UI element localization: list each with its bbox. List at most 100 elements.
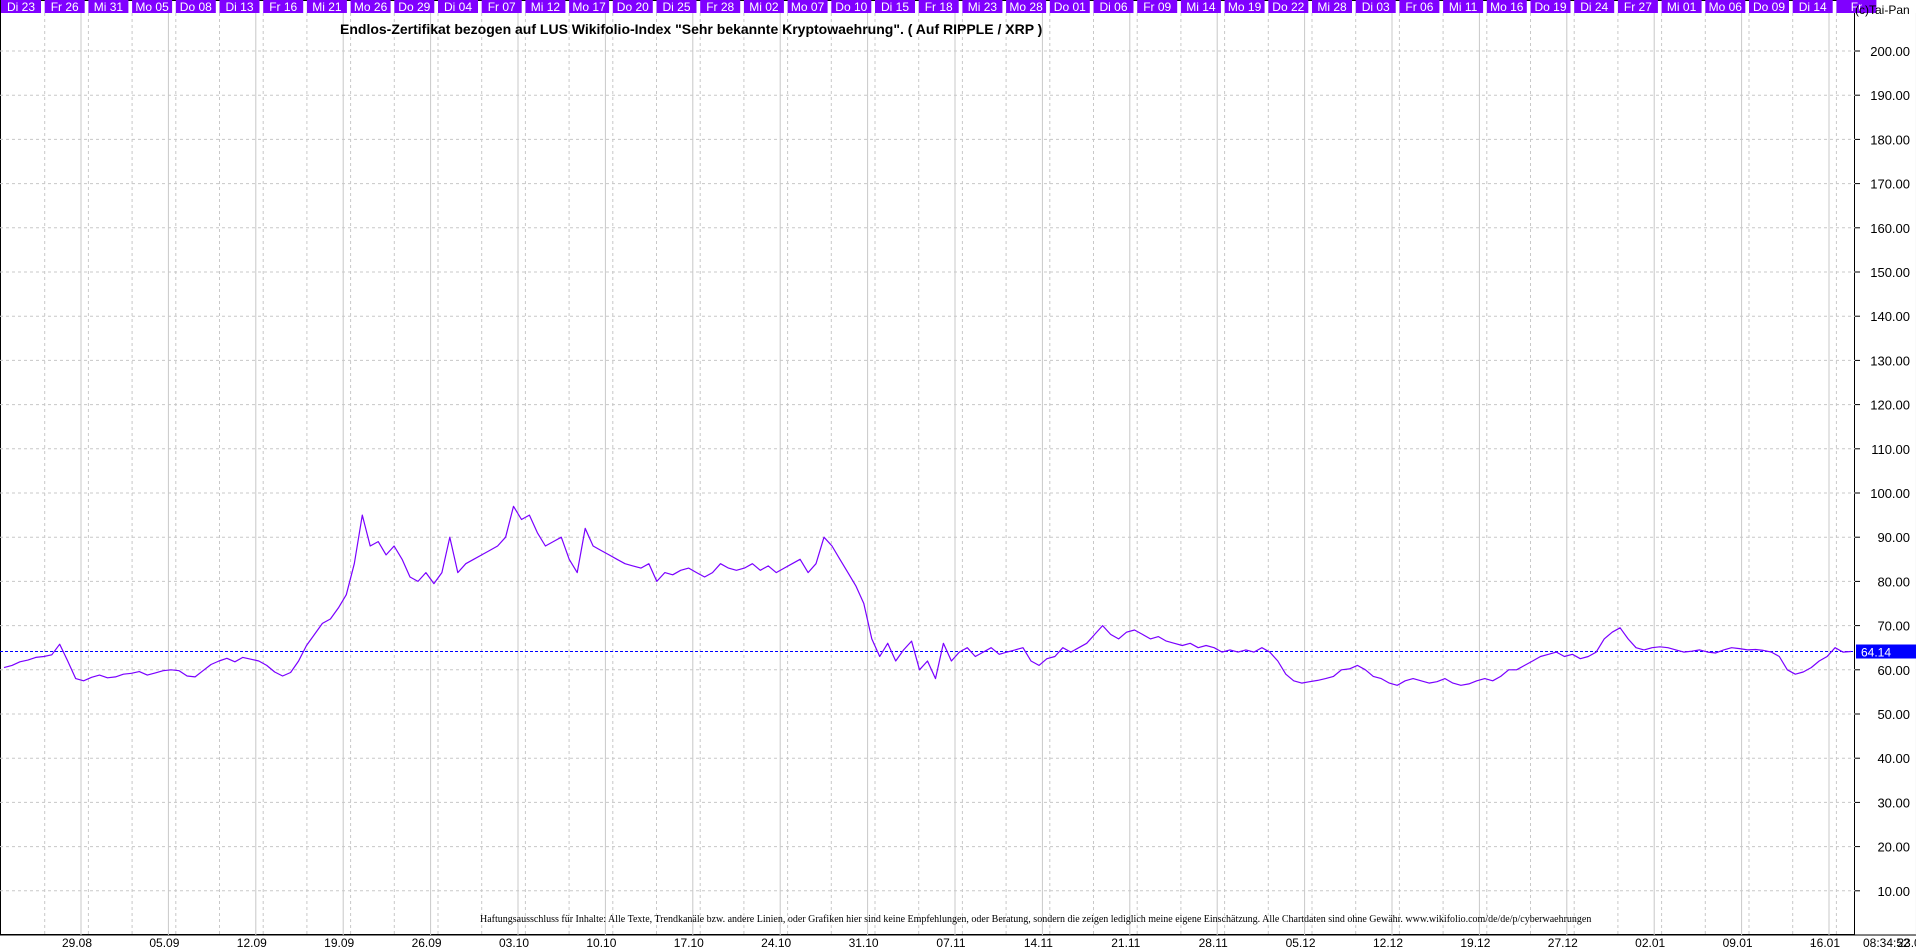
x-tick-label: 28.11 (1199, 936, 1228, 950)
top-day-label: Fr 18 (918, 0, 959, 14)
top-day-label: Fr 06 (1399, 0, 1440, 14)
top-day-label: Di 14 (1792, 0, 1833, 14)
top-day-label-text: Mi 11 (1449, 0, 1478, 14)
top-day-label-text: Do 10 (835, 0, 867, 14)
top-day-label: Do 29 (394, 0, 435, 14)
price-chart: Di 23 Fr 26 Mi 31 Mo 05 Do 08 Di 13 Fr 16 Mi 21… (0, 0, 1916, 952)
y-tick-label: 180.00 (1870, 132, 1910, 147)
top-day-label-text: Di 23 (7, 0, 35, 14)
top-day-label: Di 25 (656, 0, 697, 14)
last-value-label: 64.14 (1861, 646, 1891, 660)
top-day-label-text: Mi 23 (968, 0, 998, 14)
x-tick-label: 12.12 (1373, 936, 1403, 950)
top-day-label: Mo 28 (1006, 0, 1047, 14)
top-day-label-text: Di 14 (1799, 0, 1827, 14)
top-day-label-text: Di 15 (881, 0, 909, 14)
x-tick-label: 07.11 (936, 936, 965, 950)
y-tick-label: 190.00 (1870, 88, 1910, 103)
top-day-label: Fr 16 (263, 0, 304, 14)
y-tick-label: 130.00 (1870, 353, 1910, 368)
top-day-label: Do 01 (1049, 0, 1090, 14)
top-day-label: Di 13 (219, 0, 260, 14)
top-day-label: Mo 19 (1224, 0, 1265, 14)
top-day-label: Do 08 (175, 0, 216, 14)
top-day-label: Mi 28 (1312, 0, 1352, 14)
top-day-label: Fr 09 (1137, 0, 1178, 14)
top-day-label-text: Di 03 (1362, 0, 1390, 14)
y-tick-label: 30.00 (1877, 795, 1910, 810)
y-tick-label: 150.00 (1870, 265, 1910, 280)
x-tick-label: 02.01 (1635, 936, 1665, 950)
y-tick-label: 10.00 (1877, 884, 1910, 899)
top-day-label-text: Fr 07 (488, 0, 516, 14)
top-day-label-text: Mi 02 (749, 0, 779, 14)
top-day-label: Mi 12 (525, 0, 566, 14)
top-day-label-text: Do 20 (617, 0, 649, 14)
top-day-label-text: Mi 14 (1186, 0, 1216, 14)
y-tick-label: 20.00 (1877, 840, 1910, 855)
top-day-label: Di 24 (1574, 0, 1615, 14)
top-day-label: Di 23 (1, 0, 41, 14)
y-tick-label: 100.00 (1870, 486, 1910, 501)
top-day-label: Mo 06 (1705, 0, 1746, 14)
x-tick-label: 03.10 (499, 936, 529, 950)
x-tick-label: 14.11 (1024, 936, 1053, 950)
top-day-label-text: Fr 28 (706, 0, 734, 14)
top-day-label-text: Mo 19 (1228, 0, 1262, 14)
top-day-label: Mo 05 (132, 0, 173, 14)
y-tick-label: 80.00 (1877, 574, 1910, 589)
top-day-label-text: Do 19 (1534, 0, 1566, 14)
top-day-label-text: Fr 27 (1624, 0, 1652, 14)
y-tick-label: 110.00 (1871, 442, 1910, 457)
x-tick-label: 29.08 (62, 936, 92, 950)
top-day-label: Mi 02 (743, 0, 784, 14)
top-day-label-text: Mo 16 (1490, 0, 1524, 14)
top-day-label: Mi 14 (1180, 0, 1221, 14)
top-day-label-text: Mo 07 (791, 0, 825, 14)
top-day-label: Mi 23 (962, 0, 1003, 14)
top-day-label: Do 20 (612, 0, 653, 14)
top-day-label: Mi 21 (306, 0, 347, 14)
top-day-label-text: Mo 17 (572, 0, 606, 14)
top-day-label: Di 06 (1093, 0, 1134, 14)
top-day-label: Mi 31 (88, 0, 129, 14)
top-day-label-text: Di 06 (1099, 0, 1127, 14)
top-day-label: Mo 07 (787, 0, 828, 14)
x-tick-label: 17.10 (674, 936, 704, 950)
top-day-label-text: Do 09 (1753, 0, 1785, 14)
x-tick-label: 12.09 (237, 936, 267, 950)
x-tick-label: 21.11 (1111, 936, 1140, 950)
top-day-label: Di 15 (875, 0, 915, 14)
top-day-label-text: Mo 05 (135, 0, 169, 14)
chart-title: Endlos-Zertifikat bezogen auf LUS Wikifo… (340, 21, 1042, 37)
x-tick-label: 05.09 (149, 936, 179, 950)
top-day-label: Mo 17 (569, 0, 610, 14)
top-day-label: Mo 26 (350, 0, 391, 14)
top-day-label: Fr 28 (700, 0, 741, 14)
x-tick-label: 09.01 (1723, 936, 1753, 950)
top-day-label-text: Fr 26 (51, 0, 79, 14)
y-tick-label: 60.00 (1877, 663, 1910, 678)
y-tick-label: 140.00 (1870, 309, 1910, 324)
top-day-label-text: Di 24 (1580, 0, 1608, 14)
top-day-label-text: Mo 06 (1709, 0, 1743, 14)
top-day-label-text: Mi 31 (94, 0, 124, 14)
top-day-label: Mi 01 (1661, 0, 1702, 14)
axis-end-dash: - (1810, 936, 1814, 950)
top-day-label-text: Do 22 (1272, 0, 1304, 14)
top-day-label: Di 04 (438, 0, 478, 14)
top-day-label-text: Fr 16 (269, 0, 297, 14)
top-day-label-text: Do 01 (1054, 0, 1086, 14)
x-tick-label: 27.12 (1548, 936, 1578, 950)
top-day-label-text: Do 08 (180, 0, 212, 14)
top-day-label: Mo 16 (1486, 0, 1527, 14)
top-day-label: Do 09 (1749, 0, 1789, 14)
top-day-label-text: Mi 12 (531, 0, 561, 14)
x-tick-label: 31.10 (849, 936, 879, 950)
top-day-label: Fr 07 (481, 0, 522, 14)
x-tick-label: 26.09 (412, 936, 442, 950)
top-day-label-text: Di 04 (444, 0, 472, 14)
y-tick-label: 50.00 (1877, 707, 1910, 722)
top-day-label: Do 22 (1268, 0, 1309, 14)
y-tick-label: 90.00 (1877, 530, 1910, 545)
